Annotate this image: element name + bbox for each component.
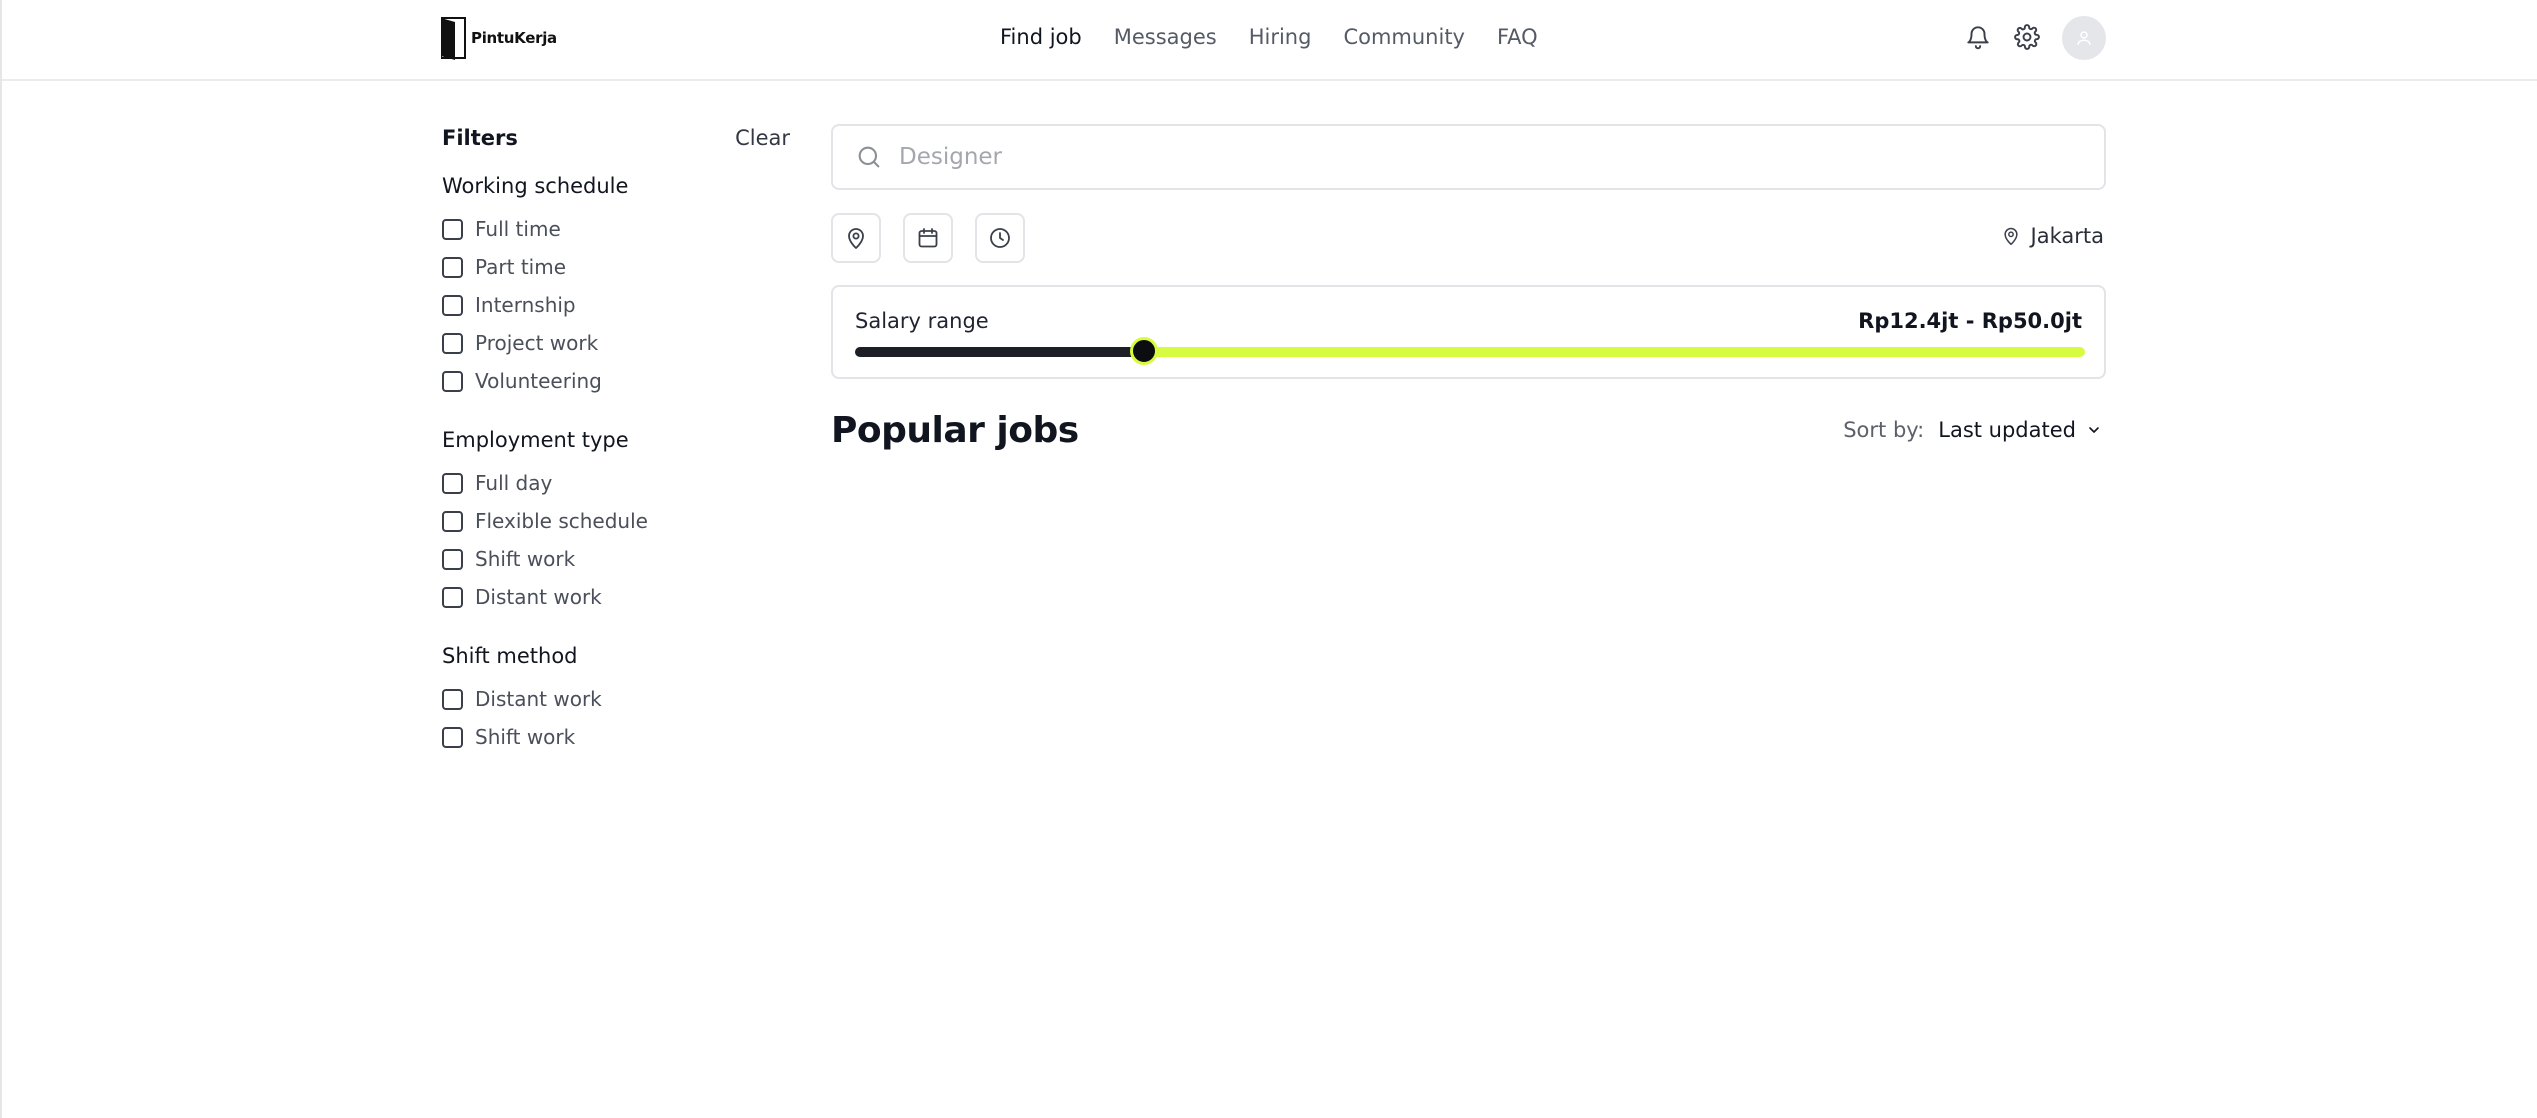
nav-faq[interactable]: FAQ xyxy=(1497,22,1538,52)
checkbox-project-work[interactable]: Project work xyxy=(442,330,598,356)
chevron-down-icon xyxy=(2089,427,2099,433)
checkbox-distant-work[interactable]: Distant work xyxy=(442,584,602,610)
checkbox-flexible-schedule[interactable]: Flexible schedule xyxy=(442,508,648,534)
checkbox-box[interactable] xyxy=(442,332,463,354)
clear-filters-button[interactable]: Clear xyxy=(735,125,790,151)
brand-name: PintuKerja xyxy=(471,29,557,47)
sort-dropdown[interactable]: Sort by: Last updated xyxy=(1843,418,2102,442)
checkbox-box[interactable] xyxy=(442,370,463,392)
main-nav: Find job Messages Hiring Community FAQ xyxy=(1000,22,1570,52)
checkbox-shift-work[interactable]: Shift work xyxy=(442,546,575,572)
checkbox-label: Full time xyxy=(475,217,561,241)
salary-slider-fill xyxy=(855,347,1145,357)
user-avatar-icon xyxy=(2077,31,2091,45)
checkbox-part-time[interactable]: Part time xyxy=(442,254,566,280)
checkbox-label: Part time xyxy=(475,255,567,279)
checkbox-box[interactable] xyxy=(442,688,463,710)
date-filter-button[interactable] xyxy=(903,213,953,263)
checkbox-label: Volunteering xyxy=(475,369,602,393)
salary-slider-track[interactable] xyxy=(855,337,2085,365)
brand-logo[interactable]: PintuKerja xyxy=(441,16,557,60)
bell-icon xyxy=(1967,26,1989,50)
notifications-button[interactable] xyxy=(1961,20,1995,54)
checkbox-shift-method-shift-work[interactable]: Shift work xyxy=(442,724,575,750)
checkbox-label: Shift work xyxy=(475,725,576,749)
app-frame: PintuKerja Find job Messages Hiring Comm… xyxy=(0,0,2537,1118)
salary-slider-handle[interactable] xyxy=(1130,337,1159,365)
top-navbar: PintuKerja Find job Messages Hiring Comm… xyxy=(2,0,2537,81)
time-filter-button[interactable] xyxy=(975,213,1025,263)
avatar[interactable] xyxy=(2062,16,2106,60)
checkbox-label: Flexible schedule xyxy=(475,509,648,533)
checkbox-label: Internship xyxy=(475,293,576,317)
search-input[interactable] xyxy=(899,144,2049,170)
checkbox-box[interactable] xyxy=(442,726,463,748)
checkbox-label: Distant work xyxy=(475,687,602,711)
map-pin-icon xyxy=(2003,227,2018,246)
checkbox-label: Distant work xyxy=(475,585,602,609)
popular-jobs-title: Popular jobs xyxy=(831,410,1079,451)
filter-group-title-employment-type: Employment type xyxy=(442,428,629,452)
location-filter-button[interactable] xyxy=(831,213,881,263)
checkbox-label: Shift work xyxy=(475,547,576,571)
checkbox-box[interactable] xyxy=(442,256,463,278)
nav-find-job[interactable]: Find job xyxy=(1000,22,1082,52)
gear-icon xyxy=(2014,24,2040,50)
checkbox-label: Project work xyxy=(475,331,599,355)
checkbox-full-time[interactable]: Full time xyxy=(442,216,561,242)
search-bar[interactable] xyxy=(831,124,2106,190)
checkbox-box[interactable] xyxy=(442,586,463,608)
clock-icon xyxy=(990,228,1010,248)
checkbox-label: Full day xyxy=(475,471,553,495)
filters-title: Filters xyxy=(442,126,518,150)
salary-range-card: Salary range Rp12.4jt - Rp50.0jt xyxy=(831,285,2106,379)
sort-label: Sort by: xyxy=(1843,418,1925,442)
salary-range-value: Rp12.4jt - Rp50.0jt xyxy=(1858,309,2082,333)
location-selector[interactable]: Jakarta xyxy=(2001,224,2104,248)
checkbox-box[interactable] xyxy=(442,548,463,570)
filter-group-title-working-schedule: Working schedule xyxy=(442,174,629,198)
location-label: Jakarta xyxy=(2030,224,2104,248)
checkbox-full-day[interactable]: Full day xyxy=(442,470,552,496)
checkbox-box[interactable] xyxy=(442,472,463,494)
search-icon xyxy=(858,146,880,168)
settings-button[interactable] xyxy=(2010,20,2044,54)
checkbox-volunteering[interactable]: Volunteering xyxy=(442,368,602,394)
checkbox-shift-method-distant-work[interactable]: Distant work xyxy=(442,686,602,712)
checkbox-box[interactable] xyxy=(442,510,463,532)
door-logo-icon xyxy=(441,17,466,60)
sort-value: Last updated xyxy=(1938,418,2076,442)
nav-messages[interactable]: Messages xyxy=(1114,22,1217,52)
nav-hiring[interactable]: Hiring xyxy=(1249,22,1312,52)
salary-range-label: Salary range xyxy=(855,309,989,333)
checkbox-internship[interactable]: Internship xyxy=(442,292,576,318)
nav-community[interactable]: Community xyxy=(1343,22,1465,52)
map-pin-icon xyxy=(848,228,864,249)
checkbox-box[interactable] xyxy=(442,294,463,316)
filter-group-title-shift-method: Shift method xyxy=(442,644,578,668)
checkbox-box[interactable] xyxy=(442,218,463,240)
calendar-icon xyxy=(918,228,938,248)
